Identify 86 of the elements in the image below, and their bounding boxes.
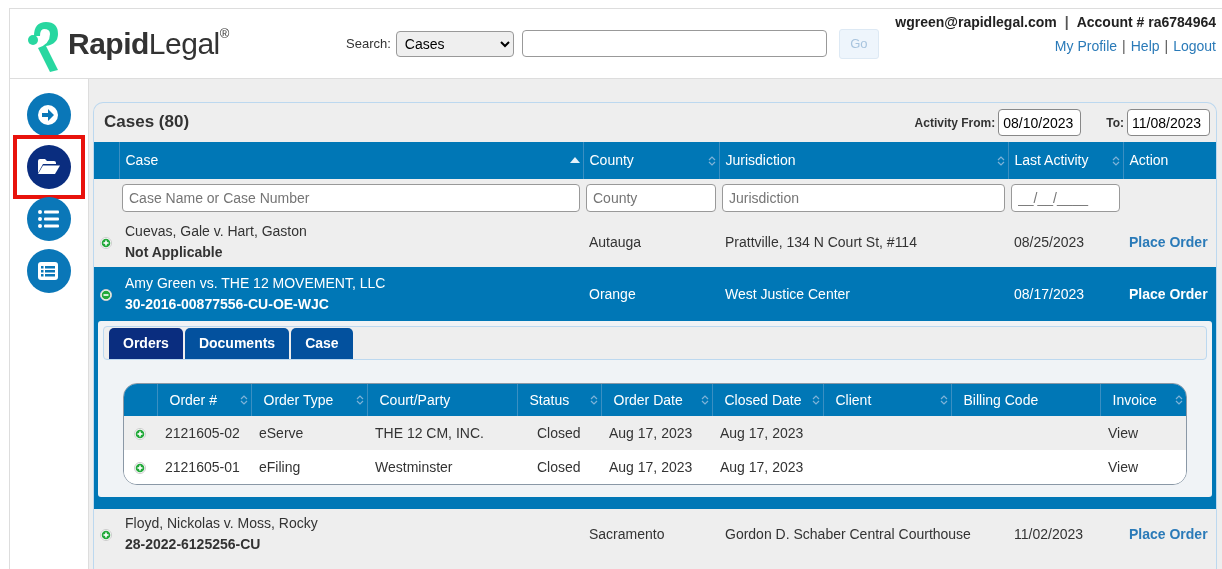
- tab[interactable]: Orders: [109, 328, 183, 359]
- header-link[interactable]: My Profile: [1054, 36, 1118, 57]
- column-header[interactable]: County: [583, 142, 719, 179]
- sort-icon: [811, 394, 820, 406]
- table-cell: Aug 17, 2023: [720, 424, 804, 441]
- tab[interactable]: Case: [291, 328, 353, 359]
- account-text: wgreen@rapidlegal.com: [895, 13, 1057, 32]
- column-header[interactable]: Client: [823, 384, 951, 416]
- tab[interactable]: Documents: [184, 328, 290, 359]
- table-cell: THE 12 CM, INC.: [375, 424, 484, 441]
- header-link[interactable]: Help: [1130, 36, 1160, 57]
- case-name: Cuevas, Gale v. Hart, Gaston: [125, 222, 308, 241]
- sort-icon: [239, 394, 248, 406]
- list-card-icon: [37, 260, 61, 282]
- column-header[interactable]: Status: [517, 384, 601, 416]
- place-order-link[interactable]: Place Order: [1129, 525, 1208, 542]
- case-number: 30-2016-00877556-CU-OE-WJC: [125, 295, 330, 314]
- case-row[interactable]: Cuevas, Gale v. Hart, Gaston Not Applicable: [119, 217, 583, 267]
- table-cell: West Justice Center: [719, 267, 1008, 321]
- table-cell: eFiling: [259, 458, 301, 475]
- case-name: Floyd, Nickolas v. Moss, Rocky: [125, 514, 319, 533]
- table-cell: Closed: [537, 458, 581, 475]
- case-row[interactable]: Amy Green vs. THE 12 MOVEMENT, LLC 30-2016-00877556-CU-OE-WJC: [119, 267, 583, 321]
- table-cell: 11/02/2023: [1008, 509, 1123, 559]
- date-label: To:: [1106, 114, 1124, 132]
- table-cell: Orange: [583, 267, 719, 321]
- filter-field[interactable]: Jurisdiction: [722, 184, 1005, 212]
- sort-icon: [939, 394, 948, 406]
- date-label: Activity From:: [914, 114, 996, 132]
- separator: |: [1064, 13, 1069, 32]
- table-cell: 2121605-01: [165, 458, 240, 475]
- separator: |: [1164, 37, 1169, 56]
- table-cell: eServe: [259, 424, 304, 441]
- table-cell: Aug 17, 2023: [609, 458, 693, 475]
- table-cell: Gordon D. Schaber Central Courthouse: [719, 509, 1008, 559]
- column-header[interactable]: Jurisdiction: [719, 142, 1008, 179]
- case-row[interactable]: Floyd, Nickolas v. Moss, Rocky 28-2022-6125256-CU: [119, 509, 583, 559]
- separator: |: [1122, 37, 1126, 56]
- column-header[interactable]: Last Activity: [1008, 142, 1123, 179]
- table-cell: Sacramento: [583, 509, 719, 559]
- date-field[interactable]: 11/08/2023: [1127, 109, 1210, 136]
- column-header[interactable]: Order Type: [251, 384, 367, 416]
- sidebar-button[interactable]: [27, 145, 71, 189]
- column-header[interactable]: Closed Date: [712, 384, 823, 416]
- column-header[interactable]: Action: [1123, 142, 1216, 179]
- sort-icon: [589, 394, 598, 406]
- invoice-link[interactable]: View: [1108, 458, 1139, 475]
- search-field[interactable]: [521, 30, 827, 57]
- case-number: Not Applicable: [125, 243, 224, 262]
- case-number: 28-2022-6125256-CU: [125, 535, 262, 554]
- column-header[interactable]: Invoice: [1100, 384, 1186, 416]
- column-header[interactable]: Order Date: [601, 384, 712, 416]
- search-label: Search:: [346, 34, 391, 53]
- list-icon: [37, 208, 61, 230]
- date-field[interactable]: 08/10/2023: [998, 109, 1082, 136]
- table-cell: 08/17/2023: [1008, 267, 1123, 321]
- header-link[interactable]: Logout: [1173, 36, 1216, 57]
- sort-icon: [996, 155, 1005, 167]
- table-cell: Prattville, 134 N Court St, #114: [719, 217, 1008, 267]
- sort-icon: [707, 155, 716, 167]
- table-cell: Aug 17, 2023: [609, 424, 693, 441]
- filter-field[interactable]: Case Name or Case Number: [122, 184, 580, 212]
- table-cell: Autauga: [583, 217, 719, 267]
- filter-field[interactable]: County: [586, 184, 716, 212]
- sort-icon: [700, 394, 709, 406]
- invoice-link[interactable]: View: [1108, 424, 1139, 441]
- case-name: Amy Green vs. THE 12 MOVEMENT, LLC: [125, 274, 387, 293]
- column-header[interactable]: Case: [119, 142, 583, 179]
- logo-text: RapidLegal$^{®}$: [68, 25, 229, 62]
- table-cell: 2121605-02: [165, 424, 240, 441]
- sort-icon: [569, 155, 580, 165]
- column-header[interactable]: Billing Code: [951, 384, 1100, 416]
- sort-icon: [355, 394, 364, 406]
- column-header[interactable]: Court/Party: [367, 384, 517, 416]
- table-cell: Westminster: [375, 458, 453, 475]
- place-order-link[interactable]: Place Order: [1129, 233, 1208, 250]
- table-cell: 08/25/2023: [1008, 217, 1123, 267]
- account-text: Account # ra6784964: [1076, 13, 1216, 32]
- search-scope-select[interactable]: Cases: [395, 30, 514, 57]
- sort-icon: [1175, 394, 1183, 406]
- filter-field[interactable]: __/__/____: [1011, 184, 1120, 212]
- sort-icon: [1111, 155, 1120, 167]
- table-cell: Aug 17, 2023: [720, 458, 804, 475]
- column-header[interactable]: Order #: [157, 384, 251, 416]
- panel-title: Cases (80): [104, 112, 190, 133]
- table-cell: Closed: [537, 424, 581, 441]
